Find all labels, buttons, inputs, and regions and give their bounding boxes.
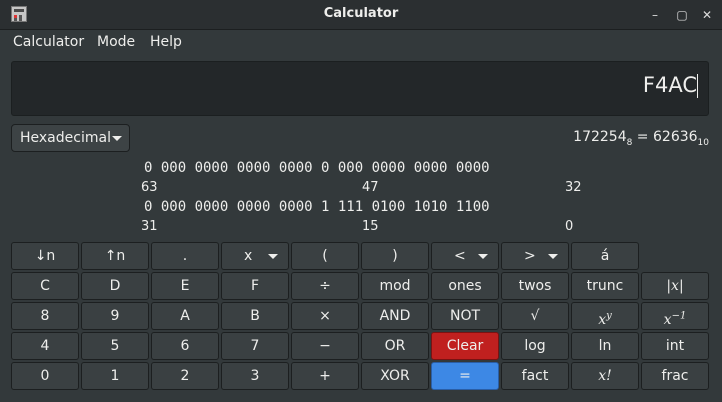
digit-4-button[interactable]: 4 (11, 332, 79, 360)
digit-6-button[interactable]: 6 (151, 332, 219, 360)
truncate-button[interactable]: trunc (571, 272, 639, 300)
base-conversion: 1722548 = 6263610 (573, 129, 709, 148)
bit-label-32: 32 (565, 180, 582, 195)
log-button[interactable]: log (501, 332, 569, 360)
digit-1-button[interactable]: 1 (81, 362, 149, 390)
inverse-label: x−1 (663, 310, 687, 328)
twos-complement-button[interactable]: twos (501, 272, 569, 300)
close-icon[interactable]: ✕ (699, 7, 715, 23)
digit-f-button[interactable]: F (221, 272, 289, 300)
base-mode-dropdown[interactable]: Hexadecimal (11, 124, 130, 152)
mod-button[interactable]: mod (361, 272, 429, 300)
digit-2-button[interactable]: 2 (151, 362, 219, 390)
close-paren-button[interactable]: ) (361, 242, 429, 270)
ones-complement-button[interactable]: ones (431, 272, 499, 300)
clear-button[interactable]: Clear (431, 332, 499, 360)
inverse-button[interactable]: x−1 (641, 302, 709, 330)
xor-button[interactable]: XOR (361, 362, 429, 390)
digit-7-button[interactable]: 7 (221, 332, 289, 360)
digit-c-button[interactable]: C (11, 272, 79, 300)
or-button[interactable]: OR (361, 332, 429, 360)
digit-3-button[interactable]: 3 (221, 362, 289, 390)
bit-label-63: 63 (141, 180, 158, 195)
menu-bar: Calculator Mode Help (0, 29, 722, 55)
chevron-down-icon (112, 136, 122, 141)
factorial-button[interactable]: x! (571, 362, 639, 390)
shift-right-label: > (524, 248, 536, 264)
digit-a-button[interactable]: A (151, 302, 219, 330)
menu-calculator[interactable]: Calculator (13, 34, 84, 50)
equals-button[interactable]: = (431, 362, 499, 390)
menu-mode[interactable]: Mode (97, 34, 135, 50)
display-value: F4AC (642, 73, 697, 97)
shift-left-label: < (454, 248, 466, 264)
bit-label-31: 31 (141, 219, 158, 234)
digit-e-button[interactable]: E (151, 272, 219, 300)
factorize-button[interactable]: fact (501, 362, 569, 390)
ln-button[interactable]: ln (571, 332, 639, 360)
bit-row-low[interactable]: 0 000 0000 0000 0000 1 111 0100 1010 110… (144, 199, 490, 215)
digit-9-button[interactable]: 9 (81, 302, 149, 330)
not-button[interactable]: NOT (431, 302, 499, 330)
digit-0-button[interactable]: 0 (11, 362, 79, 390)
abs-label: |x| (666, 278, 684, 294)
multiply-button[interactable]: × (291, 302, 359, 330)
chevron-down-icon (268, 254, 278, 259)
character-button[interactable]: á (571, 242, 639, 270)
conversion-equals: = (632, 129, 653, 145)
octal-value: 172254 (573, 129, 627, 145)
power-button[interactable]: xy (571, 302, 639, 330)
shift-left-button[interactable]: ↑n (81, 242, 149, 270)
subtract-button[interactable]: − (291, 332, 359, 360)
chevron-down-icon (548, 254, 558, 259)
square-root-button[interactable]: √ (501, 302, 569, 330)
minimize-icon[interactable]: – (647, 7, 663, 23)
factorial-label: x! (598, 368, 612, 384)
text-cursor (697, 74, 698, 98)
add-button[interactable]: + (291, 362, 359, 390)
digit-d-button[interactable]: D (81, 272, 149, 300)
menu-help[interactable]: Help (150, 34, 182, 50)
int-button[interactable]: int (641, 332, 709, 360)
window-title: Calculator (323, 6, 399, 21)
decimal-point-button[interactable]: . (151, 242, 219, 270)
bit-label-0: 0 (565, 219, 574, 234)
bit-row-high[interactable]: 0 000 0000 0000 0000 0 000 0000 0000 000… (144, 160, 490, 176)
chevron-down-icon (478, 254, 488, 259)
divide-button[interactable]: ÷ (291, 272, 359, 300)
title-bar: Calculator – ▢ ✕ (0, 0, 722, 30)
decimal-base: 10 (697, 137, 709, 148)
digit-5-button[interactable]: 5 (81, 332, 149, 360)
bit-label-15: 15 (362, 219, 379, 234)
digit-8-button[interactable]: 8 (11, 302, 79, 330)
absolute-value-button[interactable]: |x| (641, 272, 709, 300)
digit-b-button[interactable]: B (221, 302, 289, 330)
shift-right-button[interactable]: ↓n (11, 242, 79, 270)
base-mode-label: Hexadecimal (20, 130, 111, 146)
fraction-button[interactable]: frac (641, 362, 709, 390)
and-button[interactable]: AND (361, 302, 429, 330)
bit-label-47: 47 (362, 180, 379, 195)
shift-left-dropdown[interactable]: < (431, 242, 499, 270)
shift-right-dropdown[interactable]: > (501, 242, 569, 270)
maximize-icon[interactable]: ▢ (674, 7, 690, 23)
decimal-value: 62636 (653, 129, 698, 145)
display-field[interactable]: F4AC (11, 61, 709, 116)
subscript-dropdown[interactable]: x (221, 242, 289, 270)
open-paren-button[interactable]: ( (291, 242, 359, 270)
subscript-label: x (244, 248, 253, 264)
power-label: xy (598, 310, 612, 328)
